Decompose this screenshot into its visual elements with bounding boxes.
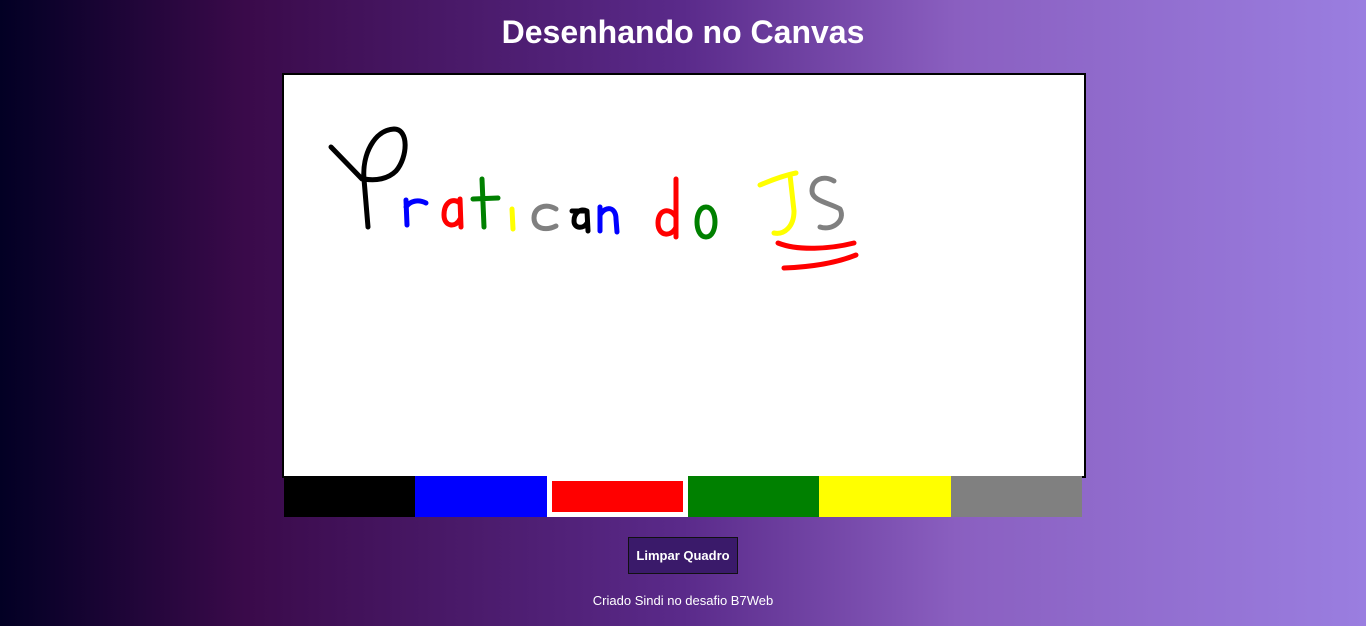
drawing-canvas[interactable] xyxy=(282,73,1086,478)
color-palette xyxy=(284,476,1082,517)
color-swatch-blue[interactable] xyxy=(415,476,547,517)
canvas-drawing xyxy=(328,126,859,271)
color-swatch-gray[interactable] xyxy=(950,476,1082,517)
page-title: Desenhando no Canvas xyxy=(501,14,865,50)
color-swatch-green[interactable] xyxy=(687,476,820,517)
color-swatch-black[interactable] xyxy=(284,476,416,517)
clear-board-button[interactable]: Limpar Quadro xyxy=(628,537,738,574)
footer-credit: Criado Sindi no desafio B7Web xyxy=(592,593,774,608)
color-swatch-red[interactable] xyxy=(546,476,688,517)
color-swatch-yellow[interactable] xyxy=(819,476,951,517)
